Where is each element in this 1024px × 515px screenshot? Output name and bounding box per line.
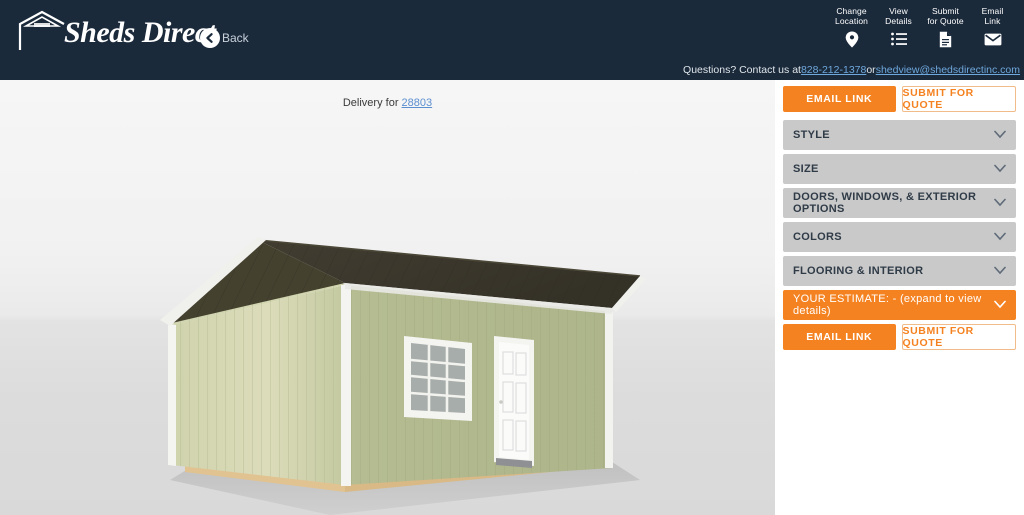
list-icon (890, 30, 907, 48)
shed-configurator-app: Sheds Direct Back Change Location View D… (0, 0, 1024, 515)
email-link-label: Email Link (981, 6, 1004, 26)
header-actions: Change Location View Details Submit for … (828, 6, 1016, 48)
accordion-size[interactable]: SIZE (783, 154, 1016, 184)
options-panel: EMAIL LINK SUBMIT FOR QUOTE STYLE SIZE D… (775, 80, 1024, 515)
chevron-down-icon (994, 130, 1006, 139)
map-pin-icon (845, 30, 859, 48)
contact-email-link[interactable]: shedview@shedsdirectinc.com (876, 64, 1020, 76)
accordion-colors[interactable]: COLORS (783, 222, 1016, 252)
envelope-icon (984, 30, 1002, 48)
change-location-button[interactable]: Change Location (828, 6, 875, 48)
view-details-button[interactable]: View Details (875, 6, 922, 48)
back-button-label: Back (222, 31, 249, 45)
chevron-down-icon (994, 300, 1006, 309)
submit-for-quote-button-bottom[interactable]: SUBMIT FOR QUOTE (901, 324, 1016, 350)
panel-actions-bottom: EMAIL LINK SUBMIT FOR QUOTE (783, 324, 1016, 350)
accordion-style-label: STYLE (793, 129, 830, 141)
panel-actions-top: EMAIL LINK SUBMIT FOR QUOTE (783, 86, 1016, 112)
accordion-size-label: SIZE (793, 163, 819, 175)
accordion-colors-label: COLORS (793, 231, 842, 243)
accordion-your-estimate[interactable]: YOUR ESTIMATE: - (expand to view details… (783, 290, 1016, 320)
document-icon (939, 30, 952, 48)
accordion-style[interactable]: STYLE (783, 120, 1016, 150)
brand-name: Sheds Direct (64, 16, 216, 49)
submit-for-quote-button-top[interactable]: SUBMIT FOR QUOTE (901, 86, 1016, 112)
back-button[interactable]: Back (200, 28, 249, 48)
chevron-down-icon (994, 164, 1006, 173)
accordion-doors-windows-exterior-label: DOORS, WINDOWS, & EXTERIOR OPTIONS (793, 191, 977, 215)
shed-model[interactable] (0, 80, 775, 515)
email-link-button[interactable]: Email Link (969, 6, 1016, 48)
accordion-flooring-interior[interactable]: FLOORING & INTERIOR (783, 256, 1016, 286)
view-details-label: View Details (885, 6, 912, 26)
app-header: Sheds Direct Back Change Location View D… (0, 0, 1024, 60)
email-link-button-top[interactable]: EMAIL LINK (783, 86, 896, 112)
submit-for-quote-label: Submit for Quote (927, 6, 964, 26)
accordion-flooring-interior-label: FLOORING & INTERIOR (793, 265, 924, 277)
shed-3d-viewer[interactable]: Delivery for 28803 (0, 80, 775, 515)
brand-logo[interactable]: Sheds Direct (14, 8, 216, 52)
contact-prefix: Questions? Contact us at (683, 64, 801, 76)
email-link-button-bottom[interactable]: EMAIL LINK (783, 324, 896, 350)
submit-for-quote-button[interactable]: Submit for Quote (922, 6, 969, 48)
contact-bar: Questions? Contact us at 828-212-1378 or… (0, 60, 1024, 80)
chevron-down-icon (994, 232, 1006, 241)
contact-phone-link[interactable]: 828-212-1378 (801, 64, 866, 76)
your-estimate-label: YOUR ESTIMATE: - (expand to view details… (793, 293, 982, 317)
chevron-left-circle-icon (200, 28, 220, 48)
change-location-label: Change Location (835, 6, 868, 26)
contact-separator: or (866, 64, 876, 76)
shed-house-icon (14, 10, 70, 52)
chevron-down-icon (994, 198, 1006, 207)
chevron-down-icon (994, 266, 1006, 275)
accordion-doors-windows-exterior[interactable]: DOORS, WINDOWS, & EXTERIOR OPTIONS (783, 188, 1016, 218)
